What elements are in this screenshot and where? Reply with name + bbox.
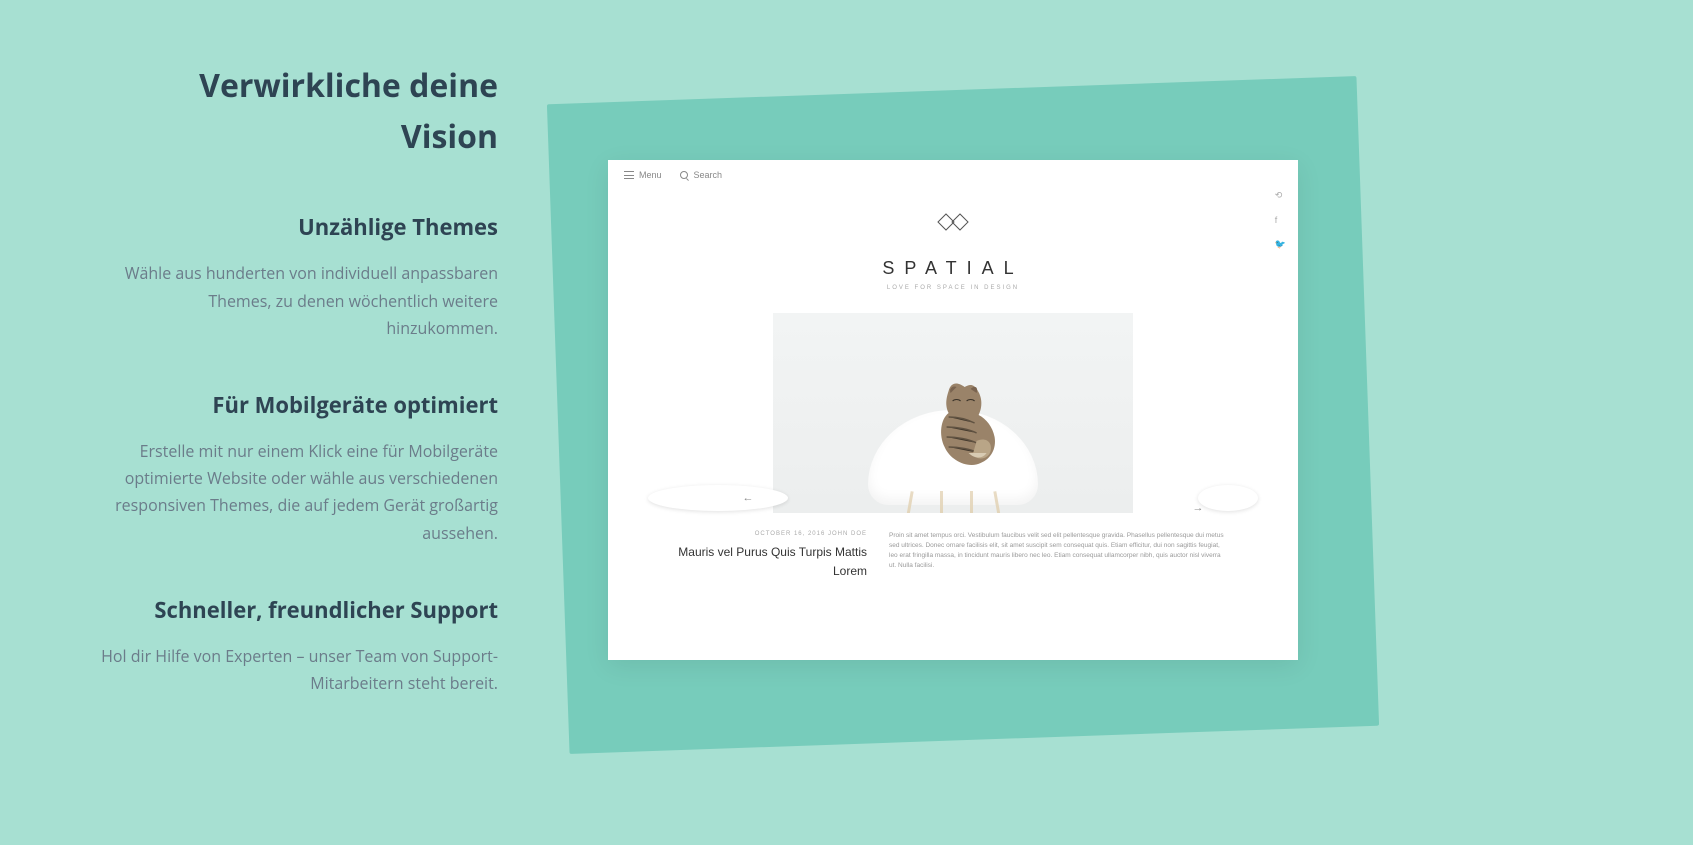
prev-arrow-button[interactable]: ← <box>648 485 788 511</box>
search-icon <box>680 171 689 180</box>
facebook-icon[interactable]: f <box>1275 215 1286 225</box>
brand-tagline: LOVE FOR SPACE IN DESIGN <box>608 285 1298 291</box>
brand-name: SPATIAL <box>608 258 1298 279</box>
feature-column: Verwirkliche deine Vision Unzählige Them… <box>0 60 538 845</box>
post-excerpt: Proin sit amet tempus orci. Vestibulum f… <box>889 531 1229 580</box>
feature-title: Schneller, freundlicher Support <box>100 595 498 625</box>
share-icon[interactable]: ⟲ <box>1275 190 1286 201</box>
chair-graphic <box>848 383 1058 513</box>
post-meta: OCTOBER 16, 2016 JOHN DOE <box>677 531 867 537</box>
menu-label: Menu <box>639 170 662 180</box>
search-button[interactable]: Search <box>680 170 723 180</box>
theme-preview-area: Menu Search ⟲ f 🐦 SPATIAL LOVE FO <box>538 60 1693 845</box>
preview-topbar: Menu Search <box>608 160 1298 186</box>
hamburger-icon <box>624 171 634 179</box>
hero-image <box>773 313 1133 513</box>
cat-graphic <box>927 379 1015 479</box>
next-arrow-button[interactable]: → <box>1198 485 1258 511</box>
feature-body: Hol dir Hilfe von Experten – unser Team … <box>100 643 498 697</box>
twitter-icon[interactable]: 🐦 <box>1275 239 1286 250</box>
social-links: ⟲ f 🐦 <box>1275 190 1286 250</box>
brand-logo-icon <box>932 210 974 240</box>
feature-title: Unzählige Themes <box>100 212 498 242</box>
post-title[interactable]: Mauris vel Purus Quis Turpis Mattis Lore… <box>677 543 867 580</box>
section-heading: Verwirkliche deine Vision <box>100 60 498 162</box>
post-block: OCTOBER 16, 2016 JOHN DOE Mauris vel Pur… <box>677 531 1229 580</box>
search-label: Search <box>694 170 723 180</box>
feature-body: Erstelle mit nur einem Klick eine für Mo… <box>100 438 498 547</box>
feature-title: Für Mobilgeräte optimiert <box>100 390 498 420</box>
theme-preview-window: Menu Search ⟲ f 🐦 SPATIAL LOVE FO <box>608 160 1298 660</box>
brand-area: SPATIAL LOVE FOR SPACE IN DESIGN <box>608 186 1298 299</box>
feature-body: Wähle aus hunderten von individuell anpa… <box>100 260 498 342</box>
menu-button[interactable]: Menu <box>624 170 662 180</box>
